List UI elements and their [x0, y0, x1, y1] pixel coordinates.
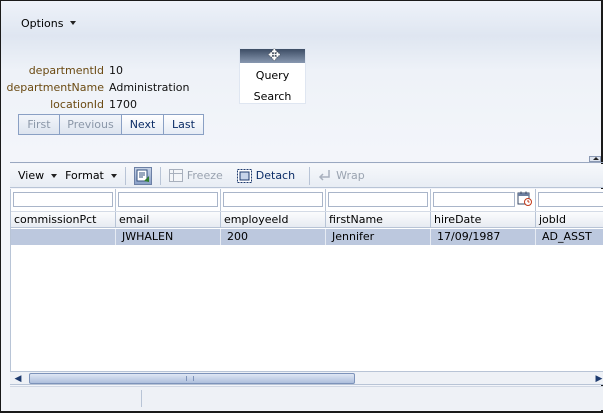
wrap-label: Wrap: [336, 169, 365, 182]
location-id-label: locationId: [50, 98, 104, 111]
cell-commission-pct: [11, 229, 116, 245]
employees-table: commissionPct email employeeId firstName…: [10, 189, 603, 371]
detach-label: Detach: [255, 169, 296, 182]
filter-input-job-id[interactable]: [538, 192, 603, 207]
cell-hire-date: 17/09/1987: [431, 229, 536, 245]
calendar-icon[interactable]: [517, 191, 532, 206]
cell-email: JWHALEN: [116, 229, 221, 245]
chevron-down-icon: [110, 173, 117, 178]
popup-drag-handle[interactable]: ✥: [240, 46, 305, 64]
application-window: Options departmentId 10 departmentName A…: [0, 0, 603, 413]
chevron-down-icon: [51, 173, 58, 178]
department-name-label: departmentName: [6, 81, 104, 94]
scrollbar-grip: [186, 376, 194, 381]
freeze-label: Freeze: [186, 169, 223, 182]
collapse-panel-icon[interactable]: [589, 156, 601, 162]
freeze-icon: [168, 169, 183, 182]
view-menu-label: View: [18, 169, 45, 182]
toolbar-separator: [159, 166, 161, 185]
form-row-department-id: departmentId 10: [1, 64, 123, 80]
form-row-location-id: locationId 1700: [1, 98, 137, 114]
record-navigation: First Previous Next Last: [18, 114, 204, 135]
horizontal-scrollbar[interactable]: ◀ ▶: [10, 371, 603, 385]
options-menu[interactable]: Options: [15, 14, 82, 32]
filter-cell: [116, 189, 221, 211]
query-search-popup: ✥ Query Search: [239, 46, 306, 104]
freeze-button[interactable]: Freeze: [165, 166, 227, 186]
scroll-left-icon[interactable]: ◀: [11, 372, 25, 385]
filter-cell: [221, 189, 326, 211]
previous-button[interactable]: Previous: [60, 115, 122, 134]
move-icon: ✥: [268, 46, 281, 64]
cell-first-name: Jennifer: [326, 229, 431, 245]
format-menu-label: Format: [65, 169, 104, 182]
column-header-email[interactable]: email: [116, 212, 221, 228]
filter-cell: [536, 189, 603, 211]
status-divider: [141, 390, 142, 407]
column-header-employee-id[interactable]: employeeId: [221, 212, 326, 228]
next-button[interactable]: Next: [122, 115, 164, 134]
filter-cell: [11, 189, 116, 211]
filter-row: [11, 189, 603, 211]
filter-input-first-name[interactable]: [328, 192, 428, 207]
column-header-first-name[interactable]: firstName: [326, 212, 431, 228]
filter-cell: [431, 189, 536, 211]
search-link[interactable]: Search: [240, 90, 305, 104]
department-name-value: Administration: [109, 81, 190, 94]
first-button[interactable]: First: [19, 115, 60, 134]
department-id-value: 10: [109, 64, 123, 77]
query-link[interactable]: Query: [240, 69, 305, 83]
cell-job-id: AD_ASST: [542, 230, 592, 243]
scrollbar-thumb[interactable]: [29, 373, 355, 384]
filter-cell: [326, 189, 431, 211]
scroll-right-icon[interactable]: ▶: [592, 372, 603, 385]
table-row[interactable]: JWHALEN 200 Jennifer 17/09/1987 AD_ASST: [11, 229, 603, 245]
query-by-example-icon: [133, 166, 152, 185]
form-row-department-name: departmentName Administration: [1, 81, 190, 97]
wrap-icon: [319, 170, 330, 181]
toolbar-separator: [309, 166, 311, 185]
filter-input-employee-id[interactable]: [223, 192, 323, 207]
table-header: commissionPct email employeeId firstName…: [11, 211, 603, 228]
filter-input-commission-pct[interactable]: [13, 192, 113, 207]
last-button[interactable]: Last: [164, 115, 203, 134]
format-menu[interactable]: Format: [61, 166, 121, 186]
filter-input-hire-date[interactable]: [433, 192, 515, 207]
view-menu[interactable]: View: [10, 166, 61, 186]
panel-splitter[interactable]: [10, 156, 603, 163]
options-menu-label: Options: [21, 16, 64, 30]
chevron-down-icon: [70, 21, 77, 25]
department-id-label: departmentId: [28, 64, 104, 77]
cell-employee-id: 200: [221, 229, 326, 245]
filter-input-email[interactable]: [118, 192, 218, 207]
location-id-value: 1700: [109, 98, 137, 111]
query-by-example-button[interactable]: [130, 166, 156, 186]
status-bar: [10, 386, 603, 410]
column-header-hire-date[interactable]: hireDate: [431, 212, 536, 228]
detach-button[interactable]: Detach: [233, 166, 299, 186]
detach-icon: [236, 168, 252, 183]
wrap-button[interactable]: Wrap: [314, 166, 369, 186]
column-header-job-id[interactable]: jobId: [536, 212, 603, 228]
table-toolbar: View Format Freeze Detach Wrap: [10, 164, 603, 188]
toolbar-separator: [124, 166, 126, 185]
column-header-commission-pct[interactable]: commissionPct: [11, 212, 116, 228]
